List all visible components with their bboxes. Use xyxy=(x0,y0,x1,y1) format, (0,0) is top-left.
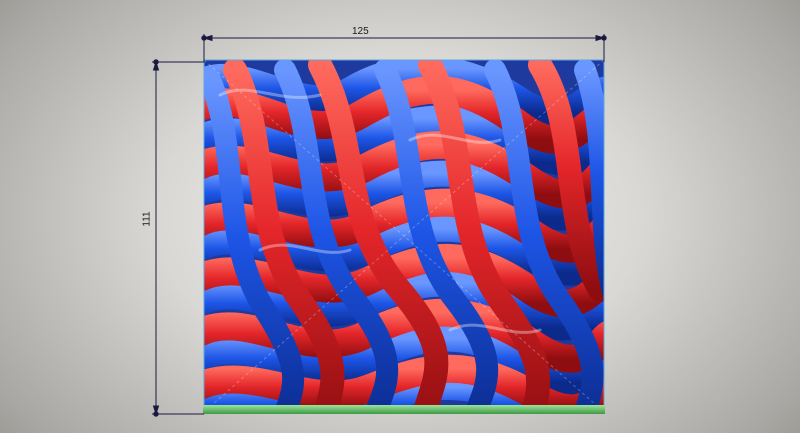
braided-lattice-model[interactable] xyxy=(195,60,620,430)
width-dimension[interactable] xyxy=(201,34,607,62)
width-dimension-label[interactable]: 125 xyxy=(352,27,369,37)
height-dimension[interactable] xyxy=(152,59,204,417)
height-dimension-label[interactable]: 111 xyxy=(142,211,153,226)
model-viewport[interactable] xyxy=(0,0,800,433)
base-plate[interactable] xyxy=(203,405,605,414)
